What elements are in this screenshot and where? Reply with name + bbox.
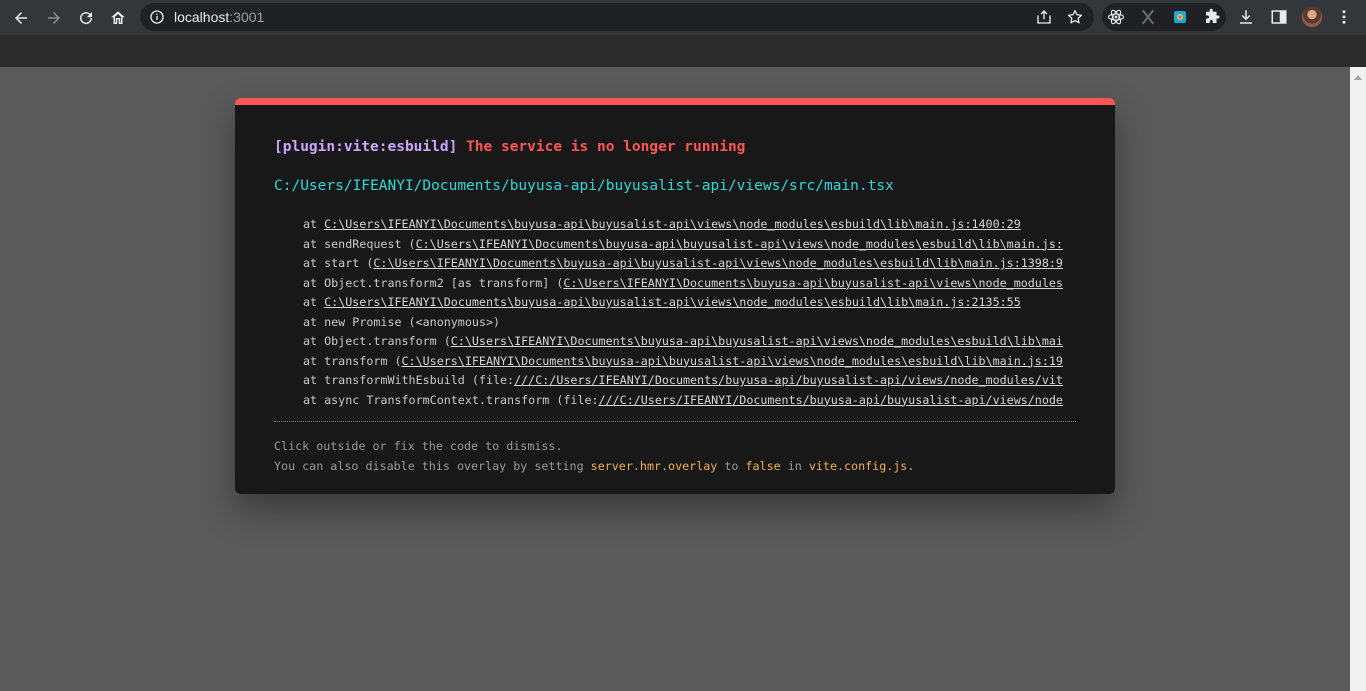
tip-line-1: Click outside or fix the code to dismiss… <box>274 439 563 453</box>
extensions-group <box>1102 3 1226 31</box>
url-host: localhost <box>174 9 230 25</box>
stack-line: at transform (C:\Users\IFEANYI\Documents… <box>303 353 1063 368</box>
stack-trace: at C:\Users\IFEANYI\Documents\buyusa-api… <box>303 215 1075 410</box>
stack-link[interactable]: ///C:/Users/IFEANYI/Documents/buyusa-api… <box>599 393 1063 407</box>
stack-line: at async TransformContext.transform (fil… <box>303 392 1063 407</box>
stack-line: at Object.transform (C:\Users\IFEANYI\Do… <box>303 334 1063 348</box>
avatar[interactable] <box>1301 6 1323 28</box>
stack-line: at C:\Users\IFEANYI\Documents\buyusa-api… <box>303 217 1021 231</box>
browser-toolbar: localhost:3001 <box>0 0 1366 35</box>
stack-link[interactable]: C:\Users\IFEANYI\Documents\buyusa-api\bu… <box>373 256 1063 270</box>
scroll-up-arrow-icon[interactable] <box>1353 71 1363 85</box>
overlay-divider <box>274 421 1076 422</box>
puzzle-icon[interactable] <box>1203 8 1221 26</box>
back-button[interactable] <box>9 6 33 30</box>
url-text[interactable]: localhost:3001 <box>174 9 264 25</box>
stack-link[interactable]: C:\Users\IFEANYI\Documents\buyusa-api\bu… <box>402 354 1063 368</box>
error-file-path[interactable]: C:/Users/IFEANYI/Documents/buyusa-api/bu… <box>274 178 894 194</box>
info-icon[interactable] <box>149 9 165 25</box>
address-bar[interactable]: localhost:3001 <box>140 3 1094 31</box>
stack-link[interactable]: C:\Users\IFEANYI\Documents\buyusa-api\bu… <box>451 334 1063 348</box>
arrow-left-icon <box>15 12 27 24</box>
share-icon[interactable] <box>1035 8 1053 26</box>
stack-line: at C:\Users\IFEANYI\Documents\buyusa-api… <box>303 295 1021 309</box>
kebab-menu-icon[interactable] <box>1335 8 1353 26</box>
stack-link[interactable]: ///C:/Users/IFEANYI/Documents/buyusa-api… <box>514 373 1063 387</box>
stack-link[interactable]: C:\Users\IFEANYI\Documents\buyusa-api\bu… <box>324 217 1021 231</box>
page-scrollbar[interactable] <box>1350 67 1366 691</box>
overlay-tip: Click outside or fix the code to dismiss… <box>274 437 914 476</box>
download-icon[interactable] <box>1237 8 1255 26</box>
tip-line-2: You can also disable this overlay by set… <box>274 458 915 473</box>
bookmarks-strip <box>0 35 1366 67</box>
stack-line: at transformWithEsbuild (file:///C:/User… <box>303 373 1063 387</box>
plugin-label: [plugin:vite:esbuild] <box>274 139 458 155</box>
forward-button[interactable] <box>42 6 66 30</box>
react-devtools-icon[interactable] <box>1107 8 1125 26</box>
color-picker-extension-icon[interactable] <box>1171 8 1189 26</box>
stack-link[interactable]: C:\Users\IFEANYI\Documents\buyusa-api\bu… <box>563 276 1063 290</box>
stack-line: at start (C:\Users\IFEANYI\Documents\buy… <box>303 256 1063 270</box>
stack-link[interactable]: C:\Users\IFEANYI\Documents\buyusa-api\bu… <box>324 295 1021 309</box>
error-text: The service is no longer running <box>466 139 746 155</box>
url-port: :3001 <box>229 9 265 25</box>
stack-link[interactable]: C:\Users\IFEANYI\Documents\buyusa-api\bu… <box>416 237 1063 251</box>
stack-line: at sendRequest (C:\Users\IFEANYI\Documen… <box>303 236 1063 251</box>
error-message: [plugin:vite:esbuild] The service is no … <box>274 139 745 155</box>
x-extension-icon[interactable] <box>1139 8 1157 26</box>
home-button[interactable] <box>106 6 130 30</box>
stack-line: at Object.transform2 [as transform] (C:\… <box>303 275 1063 290</box>
arrow-right-icon <box>48 12 60 24</box>
reload-icon <box>80 12 93 25</box>
star-icon[interactable] <box>1066 8 1084 26</box>
side-panel-icon[interactable] <box>1270 8 1288 26</box>
error-overlay: [plugin:vite:esbuild] The service is no … <box>235 98 1115 494</box>
stack-line: at new Promise (<anonymous>) <box>303 314 501 329</box>
home-icon <box>111 11 125 24</box>
reload-button[interactable] <box>74 6 98 30</box>
